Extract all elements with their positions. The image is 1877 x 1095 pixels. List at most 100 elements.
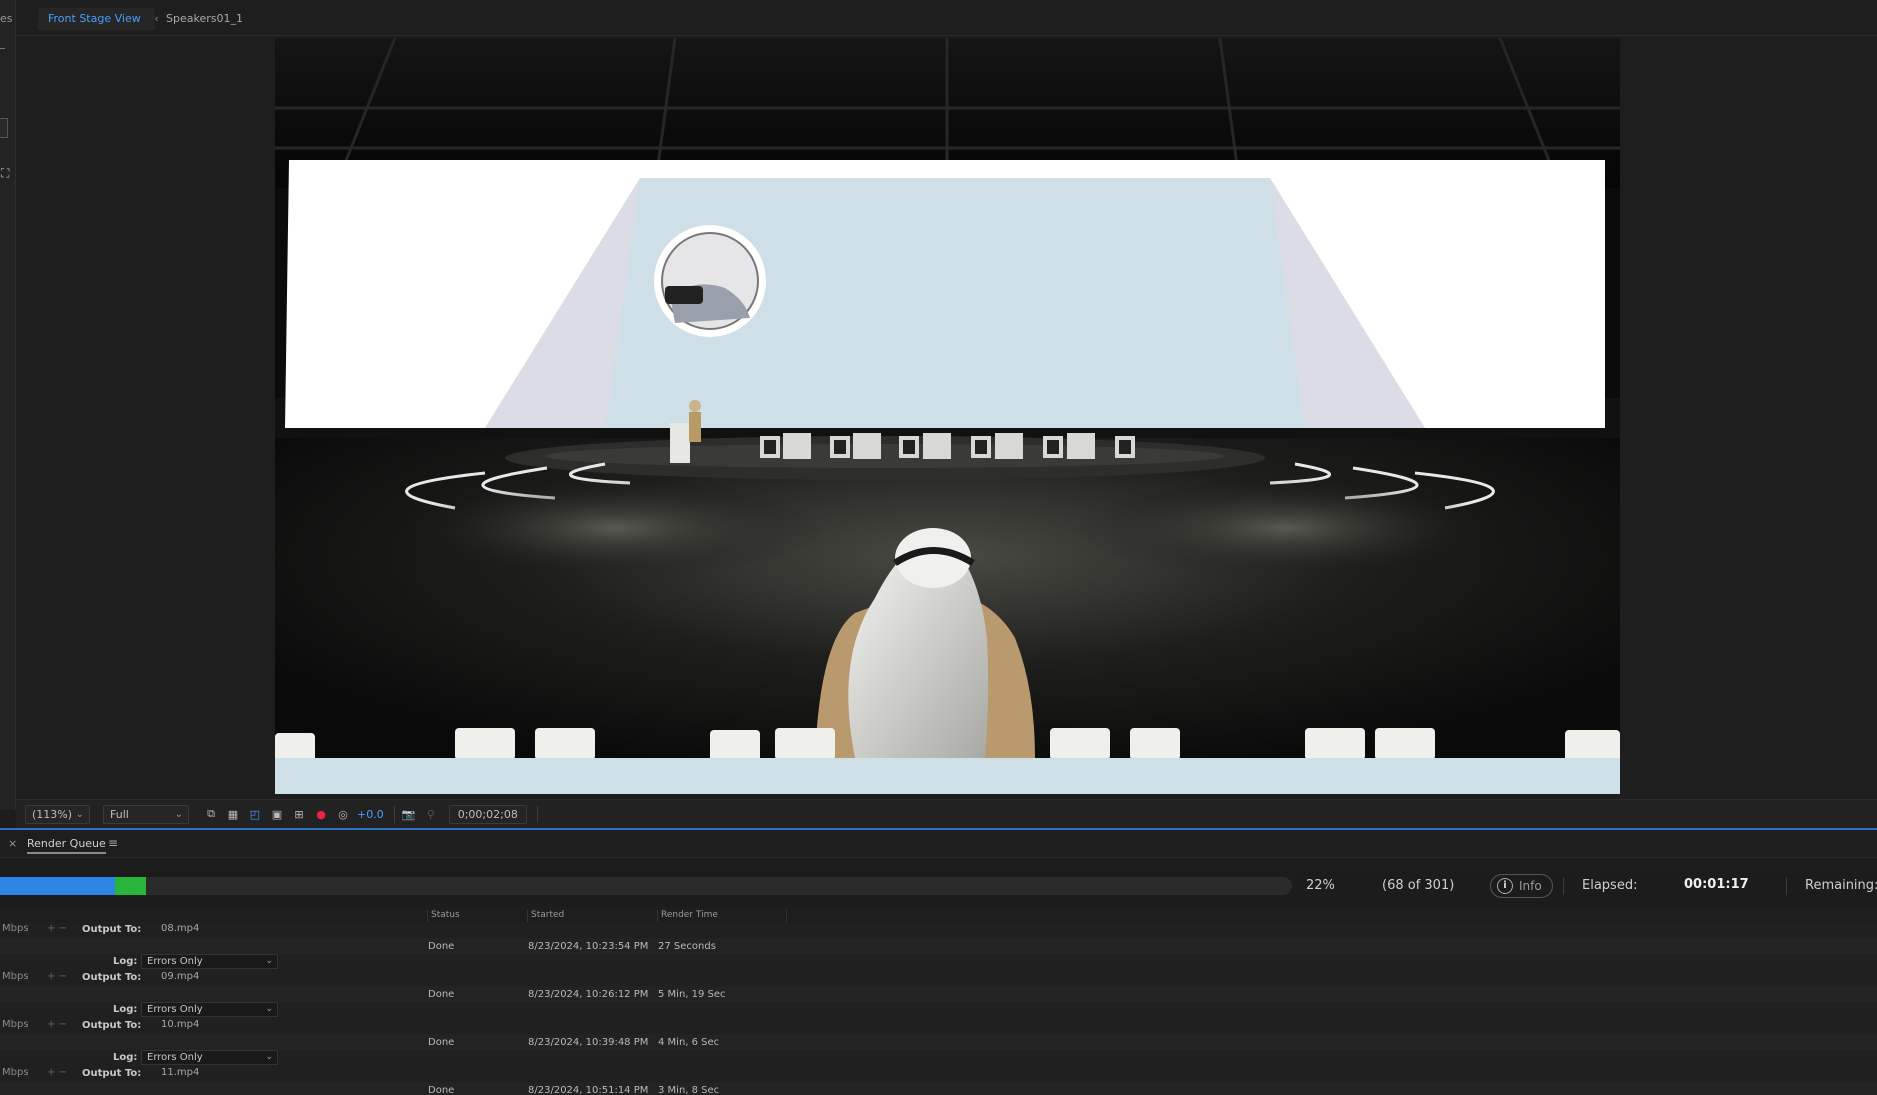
render-status: Done [428, 1085, 455, 1095]
render-item-row[interactable]: Done 8/23/2024, 10:26:12 PM 5 Min, 19 Se… [0, 986, 1877, 1002]
toolbar-separator [393, 805, 395, 823]
output-module-row[interactable]: Mbps +− Output To: 11.mp4 [0, 1066, 1877, 1082]
render-status: Done [428, 989, 455, 1000]
chevron-down-icon: ⌄ [265, 956, 273, 966]
composition-frame[interactable] [275, 38, 1620, 794]
tab-front-stage-view[interactable]: Front Stage View ‹ [38, 8, 159, 30]
close-icon[interactable]: × [8, 837, 17, 850]
progress-fill [0, 877, 115, 895]
composition-viewer [16, 36, 1877, 799]
output-to-label: Output To: [82, 924, 142, 935]
output-module-row[interactable]: Mbps +− Output To: 10.mp4 [0, 1018, 1877, 1034]
info-icon: i [1497, 878, 1513, 894]
panel-menu-icon[interactable]: ≡ [108, 836, 118, 850]
bitrate-unit: Mbps [2, 1019, 29, 1030]
log-row: Log: Errors Only ⌄ [0, 1002, 1877, 1018]
zoom-dropdown[interactable]: (113%) ⌄ [25, 804, 90, 824]
exposure-value[interactable]: +0.0 [357, 808, 384, 821]
current-time-display[interactable]: 0;00;02;08 [448, 804, 527, 824]
bitrate-unit: Mbps [2, 971, 29, 982]
chevron-left-icon[interactable]: ‹ [154, 8, 158, 30]
log-level-value: Errors Only [147, 956, 203, 967]
left-panel-cut-label: es [0, 12, 13, 25]
reset-exposure-icon[interactable]: ◎ [335, 806, 351, 822]
render-time: 27 Seconds [658, 941, 716, 952]
render-item-row[interactable]: Done 8/23/2024, 10:23:54 PM 27 Seconds [0, 938, 1877, 954]
network-icon[interactable]: ⛶ [1, 166, 9, 181]
render-item-row[interactable]: Done 8/23/2024, 10:51:14 PM 3 Min, 8 Sec [0, 1082, 1877, 1095]
stage-render-image [275, 38, 1620, 794]
log-label: Log: [113, 1052, 138, 1063]
tab-label: Front Stage View [48, 12, 141, 25]
log-label: Log: [113, 1004, 138, 1015]
channels-icon[interactable]: ● [313, 806, 329, 822]
elapsed-value: 00:01:17 [1684, 877, 1749, 892]
log-level-value: Errors Only [147, 1052, 203, 1063]
output-file-link[interactable]: 11.mp4 [161, 1067, 199, 1078]
render-time: 3 Min, 8 Sec [658, 1085, 720, 1095]
render-started: 8/23/2024, 10:23:54 PM [528, 941, 649, 952]
render-time: 4 Min, 6 Sec [658, 1037, 720, 1048]
info-button[interactable]: i Info [1490, 874, 1553, 898]
tab-label: Speakers01_1 [166, 12, 243, 25]
log-level-select[interactable]: Errors Only ⌄ [141, 1050, 278, 1065]
info-label: Info [1519, 879, 1542, 893]
chevron-down-icon: ⌄ [174, 808, 183, 820]
viewer-tab-bar: Front Stage View ‹ Speakers01_1 [16, 0, 1877, 36]
render-progress-bar [0, 877, 1292, 895]
output-module-row[interactable]: Mbps +− Output To: 08.mp4 [0, 922, 1877, 938]
render-started: 8/23/2024, 10:39:48 PM [528, 1037, 649, 1048]
resolution-dropdown[interactable]: Full ⌄ [103, 804, 189, 824]
progress-current-segment [115, 877, 146, 895]
output-file-link[interactable]: 09.mp4 [161, 971, 199, 982]
chevron-down-icon: ⌄ [265, 1052, 273, 1062]
tab-speakers[interactable]: Speakers01_1 [166, 8, 243, 30]
render-progress-row: 22% (68 of 301) i Info Elapsed: 00:01:17… [0, 866, 1877, 906]
panel-handle[interactable] [0, 118, 8, 138]
add-remove-output-icon[interactable]: +− [47, 1019, 70, 1030]
output-to-label: Output To: [82, 1068, 142, 1079]
bitrate-unit: Mbps [2, 1067, 29, 1078]
separator [1563, 877, 1564, 895]
render-started: 8/23/2024, 10:51:14 PM [528, 1085, 649, 1095]
output-to-label: Output To: [82, 972, 142, 983]
output-to-label: Output To: [82, 1020, 142, 1031]
remaining-label: Remaining: [1805, 878, 1877, 893]
log-level-value: Errors Only [147, 1004, 203, 1015]
zoom-value: (113%) [32, 807, 73, 821]
render-queue-tab-bar: × Render Queue ≡ [0, 830, 1877, 858]
log-row: Log: Errors Only ⌄ [0, 954, 1877, 970]
progress-percent: 22% [1306, 878, 1335, 893]
progress-frames: (68 of 301) [1382, 878, 1455, 893]
add-remove-output-icon[interactable]: +− [47, 1067, 70, 1078]
grid-guides-icon[interactable]: ⊞ [291, 806, 307, 822]
output-file-link[interactable]: 10.mp4 [161, 1019, 199, 1030]
snapshot-icon[interactable]: 📷 [401, 806, 417, 822]
tab-render-queue[interactable]: Render Queue [27, 837, 106, 854]
separator [1786, 877, 1787, 895]
mask-path-icon[interactable]: ◰ [247, 806, 263, 822]
log-label: Log: [113, 956, 138, 967]
output-file-link[interactable]: 08.mp4 [161, 923, 199, 934]
viewer-toolbar: (113%) ⌄ Full ⌄ ⧉ ▦ ◰ ▣ ⊞ ● ◎ +0.0 📷 ⚲ 0… [16, 799, 1877, 828]
bitrate-unit: Mbps [2, 923, 29, 934]
render-item-row[interactable]: Done 8/23/2024, 10:39:48 PM 4 Min, 6 Sec [0, 1034, 1877, 1050]
add-remove-output-icon[interactable]: +− [47, 923, 70, 934]
left-panel-strip: es ⛶ [0, 0, 16, 810]
log-level-select[interactable]: Errors Only ⌄ [141, 1002, 278, 1017]
region-of-interest-icon[interactable]: ▣ [269, 806, 285, 822]
log-row: Log: Errors Only ⌄ [0, 1050, 1877, 1066]
transparency-grid-icon[interactable]: ▦ [225, 806, 241, 822]
after-effects-window: es ⛶ Front Stage View ‹ Speakers01_1 (11… [0, 0, 1877, 1095]
add-remove-output-icon[interactable]: +− [47, 971, 70, 982]
render-status: Done [428, 941, 455, 952]
elapsed-label: Elapsed: [1582, 878, 1638, 893]
output-module-row[interactable]: Mbps +− Output To: 09.mp4 [0, 970, 1877, 986]
show-snapshot-icon[interactable]: ⚲ [423, 806, 439, 822]
render-time: 5 Min, 19 Sec [658, 989, 726, 1000]
render-started: 8/23/2024, 10:26:12 PM [528, 989, 649, 1000]
log-level-select[interactable]: Errors Only ⌄ [141, 954, 278, 969]
resolution-value: Full [110, 807, 129, 821]
chevron-down-icon: ⌄ [265, 1004, 273, 1014]
fast-preview-icon[interactable]: ⧉ [203, 806, 219, 822]
